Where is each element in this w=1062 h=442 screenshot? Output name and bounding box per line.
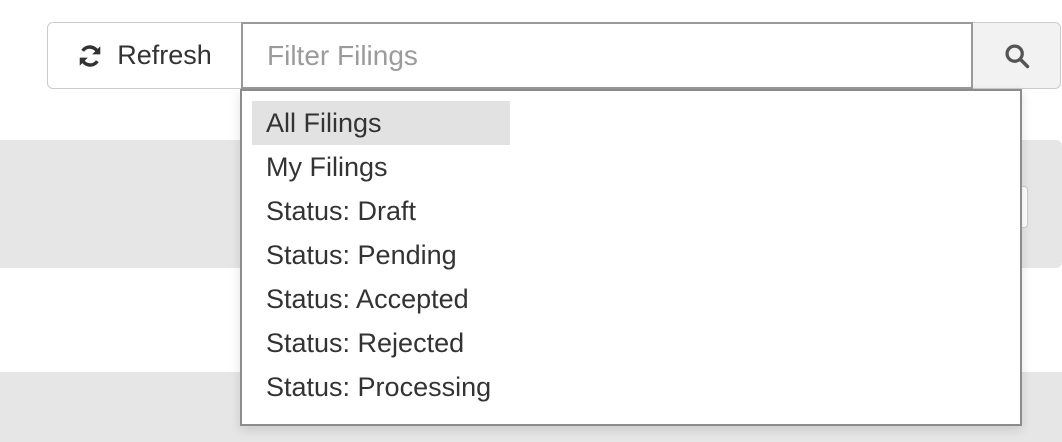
dropdown-item-status-rejected[interactable]: Status: Rejected: [252, 321, 510, 365]
filter-dropdown-menu: All Filings My Filings Status: Draft Sta…: [240, 89, 1022, 426]
dropdown-item-my-filings[interactable]: My Filings: [252, 145, 510, 189]
dropdown-item-status-draft[interactable]: Status: Draft: [252, 189, 510, 233]
dropdown-item-all-filings[interactable]: All Filings: [252, 101, 510, 145]
dropdown-item-status-processing[interactable]: Status: Processing: [252, 365, 510, 409]
refresh-icon: [77, 43, 103, 69]
search-icon: [1003, 42, 1031, 70]
dropdown-item-status-pending[interactable]: Status: Pending: [252, 233, 510, 277]
filter-toolbar: Refresh: [47, 22, 1061, 89]
page: Refresh All Filings My Filings Status: D…: [0, 0, 1062, 442]
search-button[interactable]: [973, 22, 1061, 89]
refresh-button[interactable]: Refresh: [47, 22, 242, 89]
dropdown-item-status-accepted[interactable]: Status: Accepted: [252, 277, 510, 321]
refresh-label: Refresh: [117, 40, 212, 70]
filter-filings-input[interactable]: [241, 22, 973, 89]
